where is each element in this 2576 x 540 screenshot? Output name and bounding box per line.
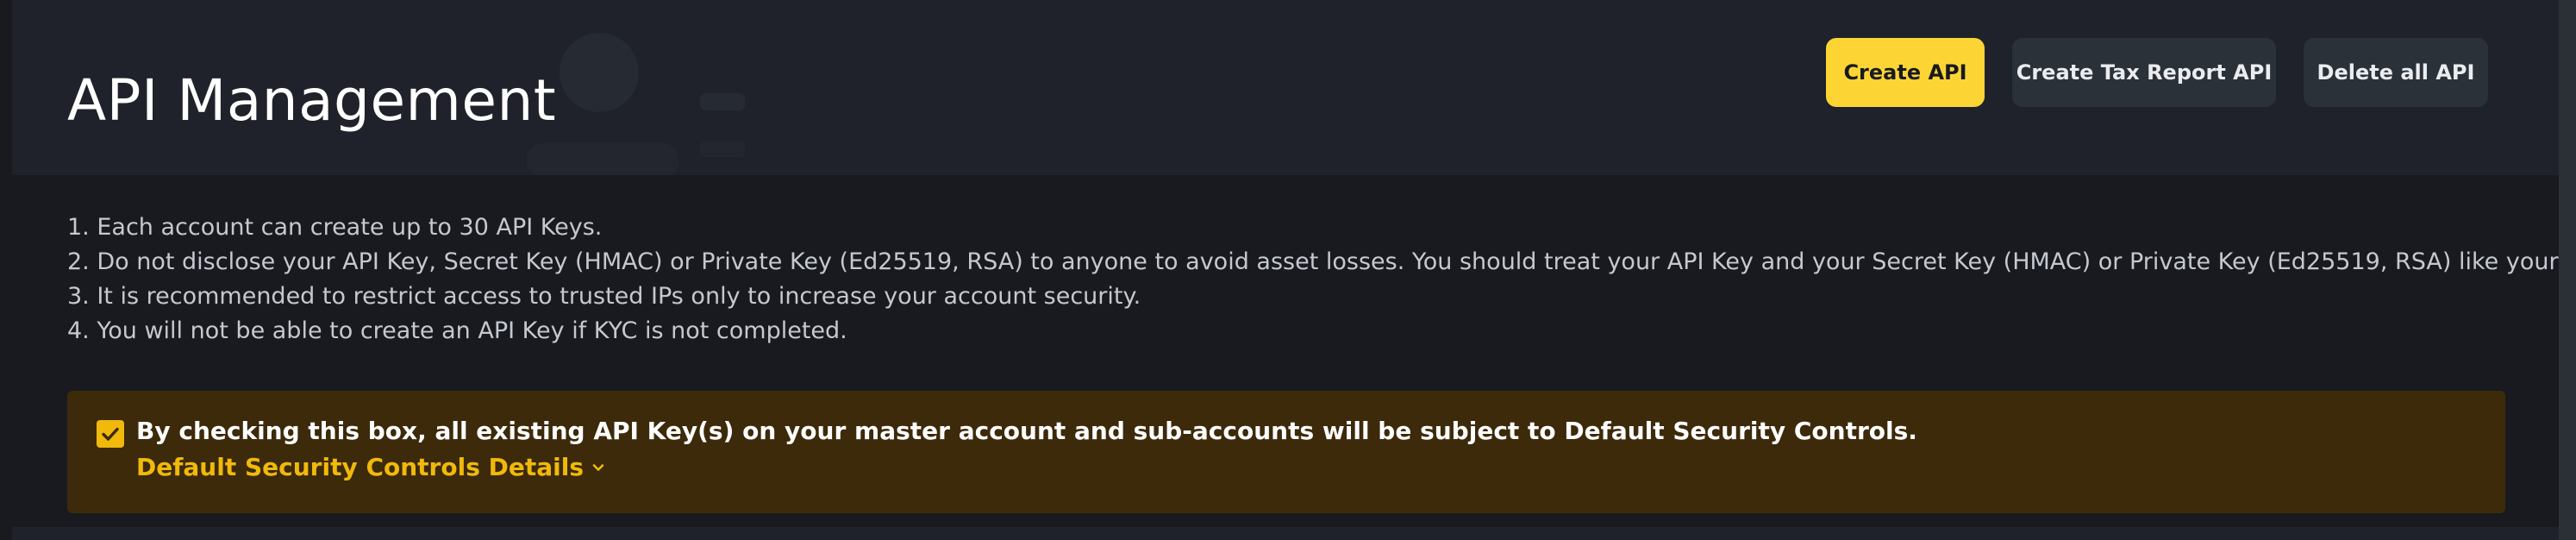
create-api-button[interactable]: Create API [1826, 38, 1985, 107]
content-bottom-strip [12, 527, 2559, 540]
page-scrollbar-track[interactable] [2559, 0, 2576, 540]
page-title: API Management [67, 67, 557, 134]
api-note-item: 1. Each account can create up to 30 API … [67, 214, 603, 241]
chevron-down-icon [592, 463, 604, 471]
api-note-item: 4. You will not be able to create an API… [67, 317, 847, 344]
default-security-controls-details-link[interactable]: Default Security Controls Details [136, 453, 606, 481]
delete-all-api-button[interactable]: Delete all API [2304, 38, 2488, 107]
security-controls-checkbox[interactable] [97, 420, 124, 448]
api-note-item: 3. It is recommended to restrict access … [67, 283, 1141, 310]
security-controls-text: By checking this box, all existing API K… [136, 417, 1917, 445]
header-actions: Create API Create Tax Report API Delete … [1826, 38, 2488, 107]
api-notes-list: 1. Each account can create up to 30 API … [67, 210, 2576, 348]
check-icon [102, 427, 119, 441]
page-left-edge [0, 0, 12, 540]
security-controls-notice: By checking this box, all existing API K… [67, 391, 2505, 513]
page-header: API Management Create API Create Tax Rep… [12, 0, 2559, 175]
api-note-item: 2. Do not disclose your API Key, Secret … [67, 248, 2576, 275]
create-tax-report-api-button[interactable]: Create Tax Report API [2012, 38, 2276, 107]
details-link-label: Default Security Controls Details [136, 453, 584, 481]
